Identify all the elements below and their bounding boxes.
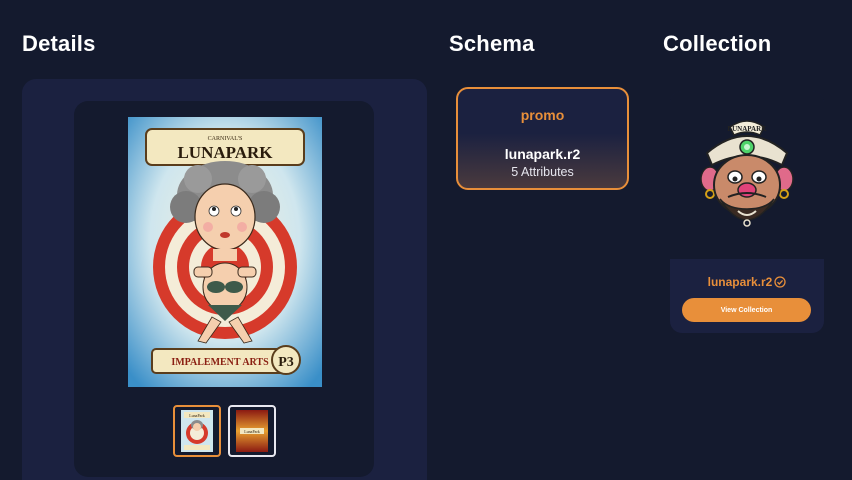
card-image[interactable]: CARNIVAL'S LUNAPARK IMPALEMENT ARTS P3 xyxy=(128,117,322,387)
asset-viewer: CARNIVAL'S LUNAPARK IMPALEMENT ARTS P3 L… xyxy=(74,101,374,477)
thumbnail-front-label: LunaPark xyxy=(189,413,205,418)
collection-name: lunapark.r2 xyxy=(707,275,773,289)
schema-name: lunapark.r2 xyxy=(504,146,581,162)
card-footer-code: P3 xyxy=(278,355,294,370)
thumbnail-front[interactable]: LunaPark xyxy=(173,405,221,457)
card-footer-title: IMPALEMENT ARTS xyxy=(171,357,269,368)
collection-logo-text: LUNAPARK xyxy=(727,125,767,133)
schema-attributes: 5 Attributes xyxy=(511,165,574,179)
schema-card[interactable]: promo lunapark.r2 5 Attributes xyxy=(456,87,629,190)
card-header-small: CARNIVAL'S xyxy=(208,136,243,142)
collection-logo: LUNAPARK xyxy=(670,91,824,259)
schema-tag: promo xyxy=(520,107,565,123)
view-collection-button[interactable]: View Collection xyxy=(682,298,811,322)
collection-card[interactable]: LUNAPARK lunapark.r2 View Collection xyxy=(670,91,824,333)
thumbnail-back[interactable]: LunaPark xyxy=(228,405,276,457)
details-panel: CARNIVAL'S LUNAPARK IMPALEMENT ARTS P3 L… xyxy=(22,79,427,480)
check-circle-icon xyxy=(774,276,786,291)
card-header-title: LUNAPARK xyxy=(177,143,273,162)
thumbnail-back-label: LunaPark xyxy=(244,429,260,434)
collection-heading: Collection xyxy=(663,31,772,56)
collection-name-row[interactable]: lunapark.r2 xyxy=(670,275,824,291)
schema-heading: Schema xyxy=(449,31,535,56)
details-heading: Details xyxy=(22,31,96,56)
